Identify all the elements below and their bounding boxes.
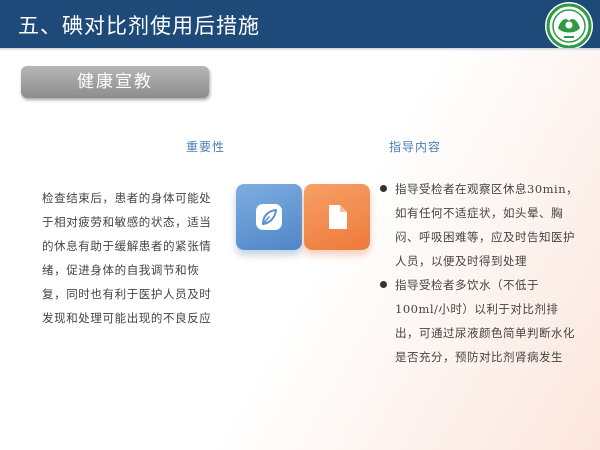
title-bar-shadow bbox=[0, 48, 600, 51]
list-item-text: 指导受检者在观察区休息30min，如有任何不适症状，如头晕、胸闷、呼吸困难等，应… bbox=[395, 182, 579, 268]
green-circular-emblem-icon bbox=[544, 1, 594, 51]
blue-icon-card bbox=[236, 184, 302, 250]
list-item: 指导受检者在观察区休息30min，如有任何不适症状，如头晕、胸闷、呼吸困难等，应… bbox=[380, 177, 580, 273]
left-column-heading: 重要性 bbox=[186, 140, 226, 154]
title-bar: 五、碘对比剂使用后措施 bbox=[0, 0, 600, 51]
bullet-icon bbox=[380, 185, 387, 192]
guidance-list: 指导受检者在观察区休息30min，如有任何不适症状，如头晕、胸闷、呼吸困难等，应… bbox=[380, 177, 580, 369]
bullet-icon bbox=[380, 281, 387, 288]
section-label-pill: 健康宣教 bbox=[21, 66, 209, 98]
list-item-text: 指导受检者多饮水（不低于100ml/小时）以利于对比剂排出，可通过尿液颜色简单判… bbox=[395, 278, 575, 364]
slide: 五、碘对比剂使用后措施 健康宣教 重要性 指导内容 检查结束后，患者的身体可能处… bbox=[0, 0, 600, 450]
document-icon bbox=[323, 203, 351, 231]
section-label: 健康宣教 bbox=[77, 72, 153, 92]
importance-paragraph: 检查结束后，患者的身体可能处于相对疲劳和敏感的状态，适当的休息有助于缓解患者的紧… bbox=[42, 191, 212, 325]
orange-icon-card bbox=[304, 184, 370, 250]
list-item: 指导受检者多饮水（不低于100ml/小时）以利于对比剂排出，可通过尿液颜色简单判… bbox=[380, 273, 580, 369]
right-column-heading: 指导内容 bbox=[389, 140, 442, 154]
page-title: 五、碘对比剂使用后措施 bbox=[18, 14, 260, 38]
leaf-pen-icon bbox=[255, 203, 283, 231]
